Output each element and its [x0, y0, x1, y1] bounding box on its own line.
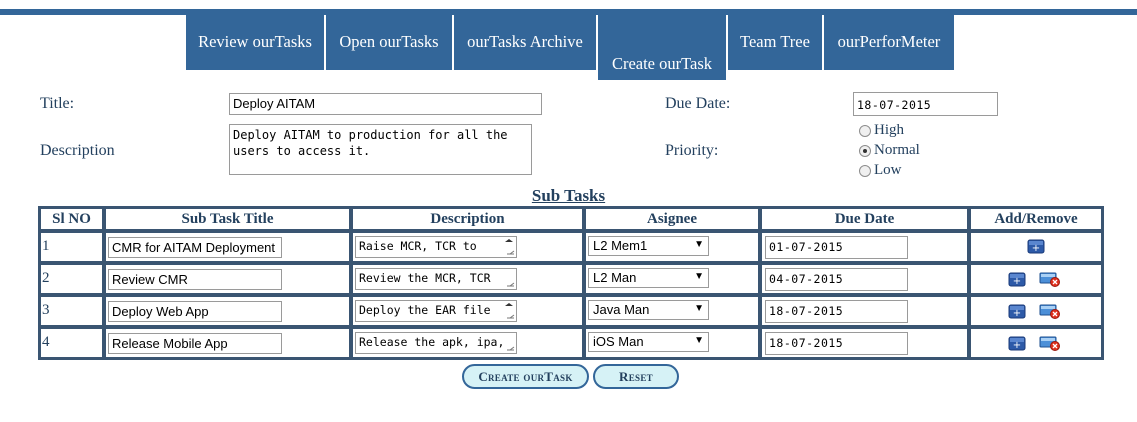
row-number: 3: [42, 302, 50, 318]
radio-icon: [859, 124, 871, 137]
svg-text:+: +: [1032, 243, 1040, 254]
priority-low-label: Low: [874, 162, 902, 178]
tab-ourperformeter[interactable]: ourPerforMeter: [824, 14, 954, 70]
column-header: Asignee: [585, 208, 759, 230]
radio-icon: [859, 164, 871, 177]
title-label: Title:: [40, 95, 75, 112]
column-header: Sl NO: [40, 208, 103, 230]
priority-label: Priority:: [665, 142, 719, 159]
assignee-select[interactable]: Java Man ▼: [588, 300, 709, 320]
priority-normal-radio[interactable]: Normal: [859, 142, 920, 159]
subtask-description-input[interactable]: Release the apk, ipa,: [355, 332, 517, 354]
textarea-resize-icon: [507, 282, 515, 287]
add-row-icon[interactable]: +: [1008, 272, 1026, 287]
subtask-description-input[interactable]: Deploy the EAR file: [355, 300, 517, 322]
svg-text:+: +: [1013, 276, 1021, 287]
reset-button[interactable]: Reset: [593, 364, 679, 389]
svg-text:+: +: [1013, 308, 1021, 319]
column-header: Sub Task Title: [105, 208, 350, 230]
add-row-icon[interactable]: +: [1027, 239, 1045, 254]
priority-high-radio[interactable]: High: [859, 122, 904, 139]
subtask-due-date-input[interactable]: 18-07-2015: [765, 300, 908, 323]
tab-review-ourtasks[interactable]: Review ourTasks: [186, 14, 324, 70]
table-row: 4 Release Mobile App Release the apk, ip…: [40, 328, 1102, 358]
remove-row-icon[interactable]: [1039, 271, 1061, 287]
priority-high-label: High: [874, 122, 904, 138]
subtask-due-date-input[interactable]: 04-07-2015: [765, 268, 908, 291]
row-number: 1: [42, 238, 50, 254]
subtask-title-input[interactable]: CMR for AITAM Deployment: [108, 237, 282, 258]
tab-ourtasks-archive[interactable]: ourTasks Archive: [454, 14, 596, 70]
priority-normal-label: Normal: [874, 142, 920, 158]
row-number: 4: [42, 334, 50, 350]
subtask-description-input[interactable]: Raise MCR, TCR to: [355, 236, 517, 258]
sub-tasks-heading: Sub Tasks: [531, 186, 606, 205]
tab-create-ourtask[interactable]: Create ourTask: [598, 14, 726, 80]
title-input[interactable]: Deploy AITAM: [229, 93, 542, 115]
assignee-select[interactable]: L2 Mem1 ▼: [588, 236, 709, 256]
column-header: Due Date: [761, 208, 968, 230]
subtask-due-date-input[interactable]: 18-07-2015: [765, 332, 908, 355]
table-header-row: Sl NO Sub Task Title Description Asignee…: [40, 208, 1102, 230]
add-row-icon[interactable]: +: [1008, 336, 1026, 351]
assignee-select[interactable]: iOS Man ▼: [588, 332, 709, 352]
description-label: Description: [40, 142, 115, 159]
chevron-down-icon: ▼: [694, 335, 704, 346]
remove-row-icon[interactable]: [1039, 303, 1061, 319]
priority-low-radio[interactable]: Low: [859, 162, 902, 179]
chevron-down-icon: ▼: [694, 271, 704, 282]
textarea-resize-icon: [507, 346, 515, 351]
subtask-description-input[interactable]: Review the MCR, TCR: [355, 268, 517, 290]
description-textarea[interactable]: Deploy AITAM to production for all the u…: [229, 124, 532, 175]
subtask-title-input[interactable]: Release Mobile App: [108, 333, 282, 354]
radio-selected-icon: [859, 144, 871, 157]
chevron-down-icon: ▼: [694, 303, 704, 314]
subtask-due-date-input[interactable]: 01-07-2015: [765, 236, 908, 259]
add-row-icon[interactable]: +: [1008, 304, 1026, 319]
chevron-down-icon: ▼: [694, 239, 704, 250]
row-number: 2: [42, 270, 50, 286]
tab-team-tree[interactable]: Team Tree: [728, 14, 822, 70]
textarea-resize-icon: [505, 239, 515, 255]
column-header: Add/Remove: [970, 208, 1102, 230]
tab-open-ourtasks[interactable]: Open ourTasks: [326, 14, 452, 70]
sub-tasks-table: Sl NO Sub Task Title Description Asignee…: [38, 206, 1104, 360]
subtask-title-input[interactable]: Review CMR: [108, 269, 282, 290]
subtask-title-input[interactable]: Deploy Web App: [108, 301, 282, 322]
assignee-select[interactable]: L2 Man ▼: [588, 268, 709, 288]
column-header: Description: [352, 208, 583, 230]
table-row: 1 CMR for AITAM Deployment Raise MCR, TC…: [40, 232, 1102, 262]
svg-text:+: +: [1013, 340, 1021, 351]
due-date-label: Due Date:: [665, 95, 731, 112]
remove-row-icon[interactable]: [1039, 335, 1061, 351]
due-date-input[interactable]: 18-07-2015: [853, 92, 998, 116]
textarea-resize-icon: [505, 303, 515, 319]
table-row: 3 Deploy Web App Deploy the EAR file Jav…: [40, 296, 1102, 326]
table-row: 2 Review CMR Review the MCR, TCR L2 Man ▼…: [40, 264, 1102, 294]
create-ourtask-button[interactable]: Create ourTask: [462, 364, 589, 389]
